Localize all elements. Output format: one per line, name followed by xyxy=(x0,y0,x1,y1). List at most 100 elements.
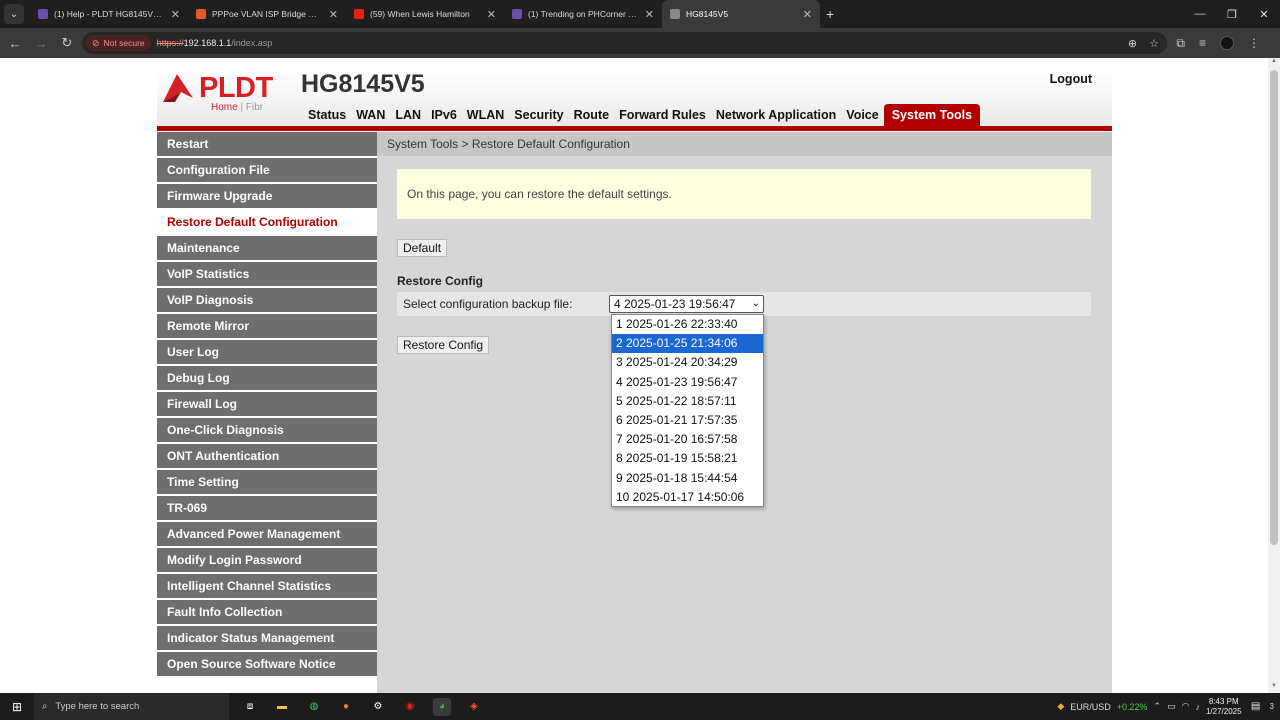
browser-tab[interactable]: HG8145V5 ✕ xyxy=(662,0,820,28)
pldt-logo: PLDT Home | Fibr xyxy=(159,70,279,128)
sidebar-item-configuration-file[interactable]: Configuration File xyxy=(157,158,377,182)
nav-tab-wan[interactable]: WAN xyxy=(351,104,390,126)
sidebar-item-maintenance[interactable]: Maintenance xyxy=(157,236,377,260)
tab-close-icon[interactable]: ✕ xyxy=(171,8,180,21)
browser-tab[interactable]: (59) When Lewis Hamilton ✕ xyxy=(346,0,504,28)
browser-toolbar: ← → ↻ ⊘ Not secure https://192.168.1.1/in… xyxy=(0,28,1280,58)
nav-tab-lan[interactable]: LAN xyxy=(390,104,426,126)
nav-tab-system-tools[interactable]: System Tools xyxy=(883,104,981,126)
sidebar-item-restore-default-configuration[interactable]: Restore Default Configuration xyxy=(157,210,377,234)
dropdown-option[interactable]: 3 2025-01-24 20:34:29 xyxy=(612,353,763,372)
app-icon-orange[interactable]: ◈ xyxy=(465,698,483,716)
scroll-down-arrow[interactable]: ▼ xyxy=(1268,683,1280,693)
sidebar-item-fault-info-collection[interactable]: Fault Info Collection xyxy=(157,600,377,624)
firefox-icon[interactable]: ● xyxy=(337,698,355,716)
default-button[interactable]: Default xyxy=(397,239,448,257)
battery-icon[interactable]: ▭ xyxy=(1167,701,1176,712)
sidebar-item-one-click-diagnosis[interactable]: One-Click Diagnosis xyxy=(157,418,377,442)
scroll-up-arrow[interactable]: ▲ xyxy=(1268,58,1280,68)
sidebar-item-firewall-log[interactable]: Firewall Log xyxy=(157,392,377,416)
sidebar-item-intelligent-channel-statistics[interactable]: Intelligent Channel Statistics xyxy=(157,574,377,598)
model-title: HG8145V5 xyxy=(301,70,425,98)
dropdown-option[interactable]: 4 2025-01-23 19:56:47 xyxy=(612,373,763,392)
media-control-icon[interactable]: ≡ xyxy=(1199,36,1206,50)
nav-tab-route[interactable]: Route xyxy=(569,104,614,126)
nav-tab-ipv6[interactable]: IPv6 xyxy=(426,104,462,126)
maximize-button[interactable]: ❐ xyxy=(1216,0,1248,28)
taskbar-search[interactable]: ⌕ Type here to search xyxy=(34,693,229,720)
volume-icon[interactable]: ♪ xyxy=(1195,702,1200,712)
nav-tab-voice[interactable]: Voice xyxy=(841,104,883,126)
backup-file-dropdown-list: 1 2025-01-26 22:33:40 2 2025-01-25 21:34:… xyxy=(611,314,764,507)
scroll-thumb[interactable] xyxy=(1270,70,1278,545)
sidebar-item-time-setting[interactable]: Time Setting xyxy=(157,470,377,494)
dropdown-option[interactable]: 7 2025-01-20 16:57:58 xyxy=(612,430,763,449)
dropdown-option[interactable]: 2 2025-01-25 21:34:06 xyxy=(612,334,763,354)
chrome-icon[interactable]: ◕ xyxy=(433,697,451,716)
page-scrollbar[interactable]: ▲ ▼ xyxy=(1268,58,1280,693)
tab-close-icon[interactable]: ✕ xyxy=(329,8,338,21)
settings-gear-icon[interactable]: ⚙ xyxy=(369,698,387,716)
wifi-icon[interactable]: ◠ xyxy=(1182,701,1190,712)
nav-tab-forward-rules[interactable]: Forward Rules xyxy=(614,104,711,126)
dropdown-option[interactable]: 8 2025-01-19 15:58:21 xyxy=(612,449,763,468)
minimize-button[interactable]: — xyxy=(1184,0,1216,28)
tab-close-icon[interactable]: ✕ xyxy=(645,8,654,21)
sidebar-item-remote-mirror[interactable]: Remote Mirror xyxy=(157,314,377,338)
sidebar-item-modify-login-password[interactable]: Modify Login Password xyxy=(157,548,377,572)
sidebar-item-restart[interactable]: Restart xyxy=(157,132,377,156)
tab-close-icon[interactable]: ✕ xyxy=(803,8,812,21)
restore-config-button[interactable]: Restore Config xyxy=(397,336,490,354)
browser-menu-icon[interactable]: ⋮ xyxy=(1248,36,1260,50)
nav-tab-status[interactable]: Status xyxy=(303,104,351,126)
not-secure-chip[interactable]: ⊘ Not secure xyxy=(86,35,151,51)
start-button[interactable]: ⊞ xyxy=(0,693,34,720)
app-icon-green[interactable]: ◍ xyxy=(305,698,323,716)
sidebar-item-firmware-upgrade[interactable]: Firmware Upgrade xyxy=(157,184,377,208)
forward-button[interactable]: → xyxy=(28,30,54,56)
bookmark-star-icon[interactable]: ☆ xyxy=(1149,37,1159,50)
back-button[interactable]: ← xyxy=(2,30,28,56)
extensions-icon[interactable]: ⧉ xyxy=(1176,36,1185,51)
file-explorer-icon[interactable]: ▬ xyxy=(273,698,291,716)
dropdown-option[interactable]: 5 2025-01-22 18:57:11 xyxy=(612,392,763,411)
nav-tab-network-application[interactable]: Network Application xyxy=(711,104,841,126)
browser-tab[interactable]: (1) Help - PLDT HG8145V5 CGN ✕ xyxy=(30,0,188,28)
sidebar-item-voip-statistics[interactable]: VoIP Statistics xyxy=(157,262,377,286)
sidebar-item-advanced-power-management[interactable]: Advanced Power Management xyxy=(157,522,377,546)
profile-avatar[interactable] xyxy=(1220,36,1234,50)
dropdown-option[interactable]: 6 2025-01-21 17:57:35 xyxy=(612,411,763,430)
dropdown-option[interactable]: 10 2025-01-17 14:50:06 xyxy=(612,488,763,507)
tab-search-button[interactable]: ⌄ xyxy=(4,4,24,24)
notification-center-icon[interactable]: ▤ xyxy=(1248,699,1264,715)
tray-chevron-icon[interactable]: ⌃ xyxy=(1154,701,1162,712)
app-icon-red[interactable]: ◉ xyxy=(401,698,419,716)
sidebar-item-indicator-status-management[interactable]: Indicator Status Management xyxy=(157,626,377,650)
sidebar-item-tr-069[interactable]: TR-069 xyxy=(157,496,377,520)
backup-file-select[interactable]: 4 2025-01-23 19:56:47 ⌄ xyxy=(609,295,764,313)
task-view-icon[interactable]: ⧈ xyxy=(241,698,259,716)
sidebar-item-voip-diagnosis[interactable]: VoIP Diagnosis xyxy=(157,288,377,312)
sidebar-item-ont-authentication[interactable]: ONT Authentication xyxy=(157,444,377,468)
logout-link[interactable]: Logout xyxy=(1050,72,1092,86)
ticker-name[interactable]: EUR/USD xyxy=(1070,702,1111,712)
tab-close-icon[interactable]: ✕ xyxy=(487,8,496,21)
taskbar-clock[interactable]: 8:43 PM 1/27/2025 xyxy=(1206,697,1242,717)
address-bar[interactable]: ⊘ Not secure https://192.168.1.1/index.as… xyxy=(82,32,1167,54)
sidebar-item-open-source-software-notice[interactable]: Open Source Software Notice xyxy=(157,652,377,676)
browser-tab[interactable]: PPPoe VLAN ISP Bridge mode... ✕ xyxy=(188,0,346,28)
url-path: /index.asp xyxy=(231,38,273,48)
dropdown-option[interactable]: 1 2025-01-26 22:33:40 xyxy=(612,315,763,334)
nav-tab-wlan[interactable]: WLAN xyxy=(462,104,510,126)
sidebar-item-debug-log[interactable]: Debug Log xyxy=(157,366,377,390)
sidebar-item-user-log[interactable]: User Log xyxy=(157,340,377,364)
logo-brand: PLDT xyxy=(199,72,273,104)
new-tab-button[interactable]: + xyxy=(826,6,834,22)
reload-button[interactable]: ↻ xyxy=(54,30,80,56)
close-window-button[interactable]: ✕ xyxy=(1248,0,1280,28)
nav-tab-security[interactable]: Security xyxy=(509,104,568,126)
tab-favicon-icon xyxy=(196,9,206,19)
dropdown-option[interactable]: 9 2025-01-18 15:44:54 xyxy=(612,469,763,488)
zoom-icon[interactable]: ⊕ xyxy=(1128,37,1137,50)
browser-tab[interactable]: (1) Trending on PHCorner | Pin... ✕ xyxy=(504,0,662,28)
